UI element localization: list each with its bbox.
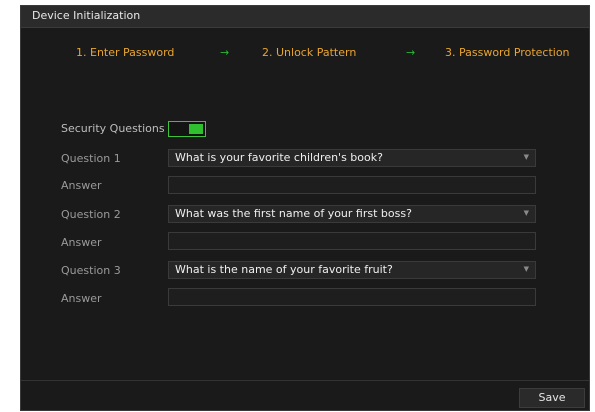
question-2-label: Question 2: [61, 208, 121, 221]
toggle-knob: [189, 124, 203, 134]
step-password-protection: 3. Password Protection: [445, 46, 570, 59]
footer-divider: [21, 380, 589, 381]
title-bar: Device Initialization: [21, 6, 589, 28]
question-3-select[interactable]: What is the name of your favorite fruit?…: [168, 261, 536, 279]
answer-3-label: Answer: [61, 292, 102, 305]
question-1-label: Question 1: [61, 152, 121, 165]
answer-1-label: Answer: [61, 179, 102, 192]
question-1-value: What is your favorite children's book?: [175, 151, 383, 164]
step-unlock-pattern: 2. Unlock Pattern: [262, 46, 357, 59]
save-button[interactable]: Save: [519, 388, 585, 408]
question-3-label: Question 3: [61, 264, 121, 277]
arrow-right-icon: →: [406, 46, 416, 59]
security-questions-label: Security Questions: [61, 122, 165, 135]
arrow-right-icon: →: [220, 46, 230, 59]
caret-down-icon: ▼: [523, 153, 529, 161]
answer-3-input[interactable]: [168, 288, 536, 306]
caret-down-icon: ▼: [523, 265, 529, 273]
question-2-select[interactable]: What was the first name of your first bo…: [168, 205, 536, 223]
window-title: Device Initialization: [32, 9, 141, 22]
caret-down-icon: ▼: [523, 209, 529, 217]
answer-1-input[interactable]: [168, 176, 536, 194]
device-initialization-window: Device Initialization 1. Enter Password …: [20, 5, 590, 411]
wizard-steps: 1. Enter Password → 2. Unlock Pattern → …: [21, 46, 589, 62]
answer-2-input[interactable]: [168, 232, 536, 250]
question-2-value: What was the first name of your first bo…: [175, 207, 412, 220]
step-enter-password: 1. Enter Password: [76, 46, 175, 59]
answer-2-label: Answer: [61, 236, 102, 249]
security-questions-toggle[interactable]: [168, 121, 206, 137]
question-1-select[interactable]: What is your favorite children's book? ▼: [168, 149, 536, 167]
question-3-value: What is the name of your favorite fruit?: [175, 263, 393, 276]
